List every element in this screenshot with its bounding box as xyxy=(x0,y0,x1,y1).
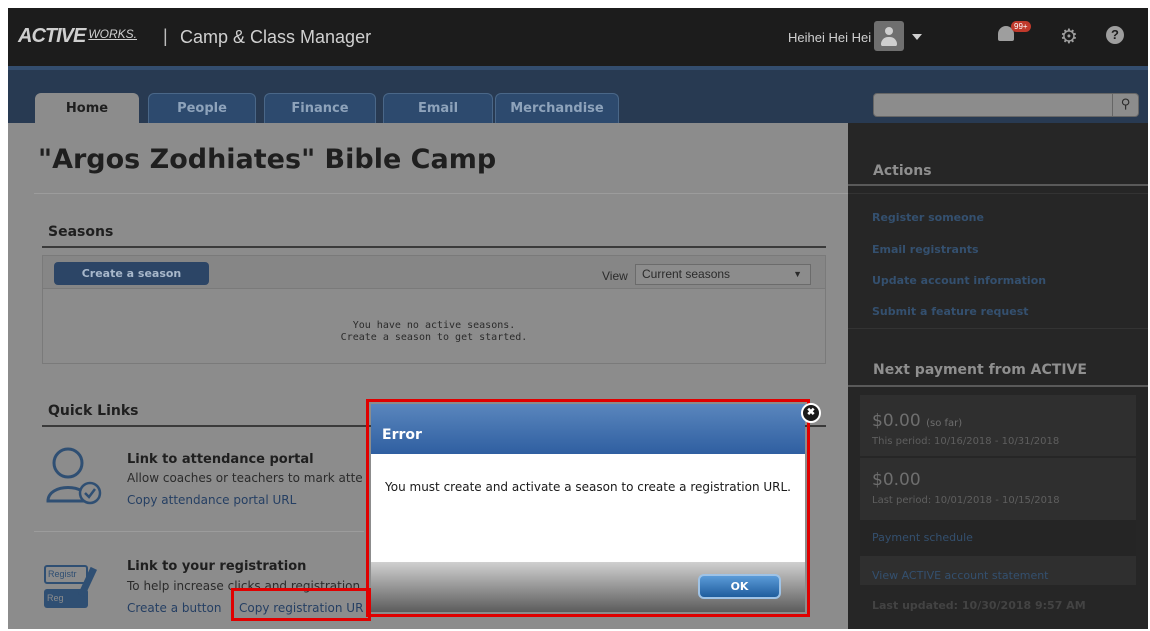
tab-email[interactable]: Email xyxy=(383,93,493,123)
create-button-link[interactable]: Create a button xyxy=(127,601,221,615)
payment-heading: Next payment from ACTIVE xyxy=(873,362,1087,378)
actions-heading: Actions xyxy=(873,163,932,179)
title-divider xyxy=(34,193,848,194)
app-title: Camp & Class Manager xyxy=(180,27,372,47)
notification-badge: 99+ xyxy=(1011,21,1031,32)
register-someone-link[interactable]: Register someone xyxy=(872,211,984,224)
attendance-link-title: Link to attendance portal xyxy=(127,452,314,467)
highlight-copy-registration xyxy=(231,588,371,621)
seasons-empty-message: You have no active seasons. Create a sea… xyxy=(340,320,528,343)
current-period: This period: 10/16/2018 - 10/31/2018 xyxy=(872,436,1060,447)
active-works-logo[interactable]: ACTIVE WORKS. xyxy=(18,25,137,48)
app-window: ACTIVE WORKS. | Camp & Class Manager Heih… xyxy=(8,8,1148,629)
attendance-person-icon xyxy=(46,447,102,505)
season-view-select[interactable]: Current seasons ▼ xyxy=(635,264,811,285)
tab-merchandise[interactable]: Merchandise xyxy=(495,93,619,123)
registration-button-preview: Registr xyxy=(44,565,88,584)
tab-home[interactable]: Home xyxy=(35,93,139,123)
feature-request-link[interactable]: Submit a feature request xyxy=(872,305,1029,318)
ok-button[interactable]: OK xyxy=(698,574,781,599)
title-separator: | xyxy=(163,26,168,46)
close-icon[interactable]: ✖ xyxy=(801,403,821,423)
create-season-button[interactable]: Create a season xyxy=(54,262,209,285)
nav-bar: Home People Finance Email Merchandise ⚲ xyxy=(8,66,1148,123)
top-bar: ACTIVE WORKS. | Camp & Class Manager Heih… xyxy=(8,8,1148,66)
chevron-down-icon: ▼ xyxy=(793,269,802,279)
page-title: "Argos Zodhiates" Bible Camp xyxy=(38,144,497,175)
payment-separator xyxy=(860,456,1136,458)
email-registrants-link[interactable]: Email registrants xyxy=(872,243,979,256)
copy-attendance-url-link[interactable]: Copy attendance portal URL xyxy=(127,493,296,507)
seasons-heading: Seasons xyxy=(48,224,114,240)
dialog-title: Error xyxy=(371,404,805,454)
payment-schedule-link[interactable]: Payment schedule xyxy=(872,531,973,544)
last-period: Last period: 10/01/2018 - 10/15/2018 xyxy=(872,495,1060,506)
registration-icon: Registr Reg xyxy=(44,563,104,613)
quick-links-row-divider xyxy=(34,531,364,532)
last-updated: Last updated: 10/30/2018 9:57 AM xyxy=(872,599,1086,612)
payment-divider xyxy=(848,385,1148,387)
right-sidebar: Actions Register someone Email registran… xyxy=(848,123,1148,629)
current-amount: $0.00 (so far) xyxy=(872,411,963,431)
help-icon[interactable]: ? xyxy=(1106,26,1124,44)
search-input[interactable] xyxy=(873,93,1113,117)
chevron-down-icon[interactable] xyxy=(912,34,922,40)
seasons-divider xyxy=(42,246,826,248)
error-dialog: Error You must create and activate a sea… xyxy=(371,404,805,612)
user-name[interactable]: Heihei Hei Hei xyxy=(788,30,871,45)
dialog-message: You must create and activate a season to… xyxy=(385,480,791,494)
search-icon[interactable]: ⚲ xyxy=(1113,93,1139,117)
account-statement-link[interactable]: View ACTIVE account statement xyxy=(872,569,1049,582)
last-amount: $0.00 xyxy=(872,470,921,490)
registration-link-title: Link to your registration xyxy=(127,559,307,574)
quick-links-heading: Quick Links xyxy=(48,403,139,419)
view-label: View xyxy=(602,269,628,283)
tab-people[interactable]: People xyxy=(148,93,256,123)
actions-divider xyxy=(848,184,1148,186)
tab-finance[interactable]: Finance xyxy=(264,93,376,123)
actions-row-divider xyxy=(848,193,1148,194)
attendance-link-desc: Allow coaches or teachers to mark atte xyxy=(127,471,363,485)
gear-icon[interactable]: ⚙ xyxy=(1060,24,1078,48)
update-account-link[interactable]: Update account information xyxy=(872,274,1046,287)
actions-bottom-divider xyxy=(848,328,1148,329)
user-avatar-icon[interactable] xyxy=(874,21,904,51)
